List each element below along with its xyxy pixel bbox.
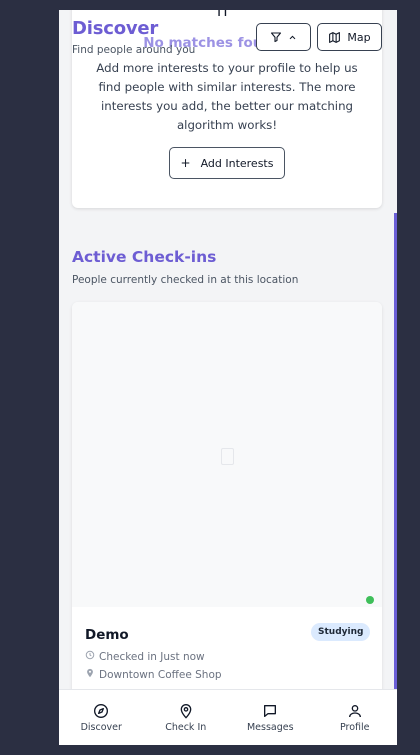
location-pin-icon xyxy=(85,668,95,681)
user-photo xyxy=(72,302,382,607)
checkins-title: Active Check-ins xyxy=(72,248,217,266)
scroll-indicator xyxy=(394,213,397,698)
nav-check-in[interactable]: Check In xyxy=(151,703,221,733)
filter-button[interactable] xyxy=(256,23,311,51)
nav-check-in-label: Check In xyxy=(165,721,207,733)
status-badge: Studying xyxy=(311,623,371,641)
app-screen: No matches found yet Add more interests … xyxy=(59,10,397,745)
bottom-navigation: Discover Check In Messages Profile xyxy=(59,689,397,745)
online-status-dot xyxy=(366,596,374,604)
checkin-card[interactable]: Demo Studying Checked in Just now Downto… xyxy=(72,302,382,702)
plus-icon: + xyxy=(180,156,191,170)
scrolled-glyph: Π xyxy=(217,10,228,20)
clock-icon xyxy=(85,650,95,663)
map-button[interactable]: Map xyxy=(317,23,382,51)
filter-icon xyxy=(270,31,282,43)
empty-matches-text: Add more interests to your profile to he… xyxy=(96,61,358,132)
nav-discover-label: Discover xyxy=(80,721,122,733)
message-icon xyxy=(262,703,278,719)
image-placeholder-icon xyxy=(221,448,234,465)
nav-messages[interactable]: Messages xyxy=(235,703,305,733)
nav-discover[interactable]: Discover xyxy=(66,703,136,733)
map-icon xyxy=(328,31,341,44)
checkin-place-row: Downtown Coffee Shop xyxy=(85,668,222,681)
checkin-place: Downtown Coffee Shop xyxy=(99,668,222,681)
add-interests-label: Add Interests xyxy=(200,156,274,170)
chevron-up-icon xyxy=(288,33,297,42)
checkin-user-name: Demo xyxy=(85,627,129,643)
page-title: Discover xyxy=(72,18,159,39)
checkin-time-row: Checked in Just now xyxy=(85,650,205,663)
map-pin-icon xyxy=(178,703,194,719)
nav-messages-label: Messages xyxy=(246,721,294,733)
checkin-time: Checked in Just now xyxy=(99,650,205,663)
add-interests-button[interactable]: + Add Interests xyxy=(169,147,285,179)
compass-icon xyxy=(93,703,109,719)
nav-profile-label: Profile xyxy=(339,721,370,733)
nav-profile[interactable]: Profile xyxy=(320,703,390,733)
page-subtitle: Find people around you xyxy=(72,44,196,56)
map-button-label: Map xyxy=(347,30,371,44)
checkins-subtitle: People currently checked in at this loca… xyxy=(72,274,299,286)
user-icon xyxy=(347,703,363,719)
